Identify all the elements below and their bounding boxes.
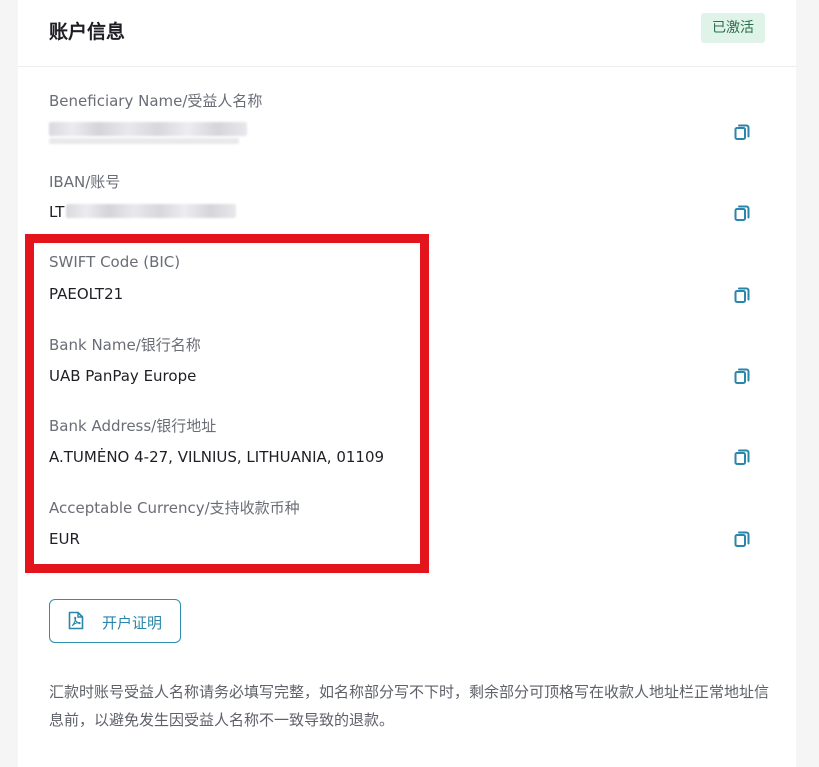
card-header: 账户信息 已激活 xyxy=(18,9,796,67)
account-info-card: 账户信息 已激活 Beneficiary Name/受益人名称 IBAN/账号 … xyxy=(18,0,796,767)
page-title: 账户信息 xyxy=(49,21,126,43)
beneficiary-name-label: Beneficiary Name/受益人名称 xyxy=(49,92,263,110)
beneficiary-name-redacted xyxy=(49,122,247,136)
remittance-note: 汇款时账号受益人名称请务必填写完整，如名称部分写不下时，剩余部分可顶格写在收款人… xyxy=(49,683,770,729)
highlight-box xyxy=(25,234,429,573)
account-certificate-label: 开户证明 xyxy=(102,614,163,632)
iban-redacted xyxy=(66,204,236,218)
account-certificate-button[interactable]: 开户证明 xyxy=(49,599,181,643)
copy-bank-address-icon[interactable] xyxy=(732,446,752,466)
status-badge: 已激活 xyxy=(701,13,765,43)
copy-beneficiary-name-icon[interactable] xyxy=(732,121,752,141)
iban-value-prefix: LT xyxy=(49,203,65,221)
copy-swift-code-icon[interactable] xyxy=(732,284,752,304)
iban-label: IBAN/账号 xyxy=(49,173,121,191)
copy-currency-icon[interactable] xyxy=(732,528,752,548)
beneficiary-name-redacted-shadow xyxy=(49,138,239,144)
copy-iban-icon[interactable] xyxy=(732,202,752,222)
copy-bank-name-icon[interactable] xyxy=(732,365,752,385)
pdf-icon xyxy=(68,611,84,630)
